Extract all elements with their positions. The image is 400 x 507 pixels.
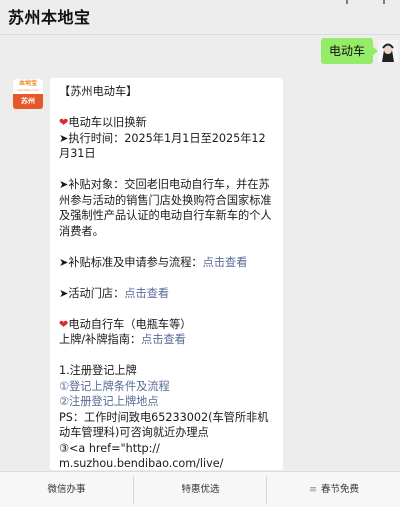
message-line: ➤执行时间：2025年1月1日至2025年12月31日 (59, 131, 266, 161)
tab-special-offers[interactable]: 特惠优选 (134, 472, 267, 507)
plate-guide-link[interactable]: 点击查看 (141, 333, 186, 346)
menu-icon: ≡ (309, 485, 317, 495)
heart-icon: ❤ (59, 116, 69, 129)
incoming-message-bubble: 【苏州电动车】 ❤电动车以旧换新 ➤执行时间：2025年1月1日至2025年12… (50, 78, 283, 470)
header-divider (0, 34, 400, 35)
top-bar: 苏州本地宝 (0, 0, 400, 34)
subsidy-link[interactable]: 点击查看 (203, 256, 248, 269)
registration-location-link[interactable]: ②注册登记上牌地点 (59, 394, 275, 410)
message-line: 上牌/补牌指南：点击查看 (59, 333, 186, 346)
message-line: ➤补贴标准及申请参与流程：点击查看 (59, 255, 248, 269)
user-avatar[interactable] (378, 40, 398, 62)
message-line: ➤活动门店：点击查看 (59, 286, 170, 300)
heart-icon: ❤ (59, 317, 69, 331)
page-title: 苏州本地宝 (8, 8, 91, 27)
registration-conditions-link[interactable]: ①登记上牌条件及流程 (59, 379, 275, 395)
message-heading: 【苏州电动车】 (59, 85, 138, 98)
message-line: ③<a href="http:// (59, 441, 160, 455)
avatar-logo-sub: bendibao.com (17, 88, 39, 92)
person-icon[interactable] (341, 0, 353, 6)
message-line: ❤电动车以旧换新 (59, 116, 147, 129)
stores-link[interactable]: 点击查看 (124, 287, 169, 300)
message-line: 1.注册登记上牌 (59, 364, 137, 377)
more-icon[interactable] (378, 0, 390, 6)
message-line: ➤补贴对象：交回老旧电动自行车，并在苏州参与活动的销售门店处换购符合国家标准及强… (59, 178, 272, 238)
message-line: ❤电动自行车（电瓶车等） (59, 317, 192, 331)
outgoing-message-bubble[interactable]: 电动车 (320, 38, 379, 64)
tab-wechat-service[interactable]: 微信办事 (0, 472, 133, 507)
bottom-menu-bar: 微信办事 特惠优选 ≡ 春节免费 (0, 471, 400, 507)
message-line: PS：工作时间致电65233002(车管所非机动车管理科)可咨询就近办理点 (59, 410, 269, 440)
tab-spring-festival-free[interactable]: ≡ 春节免费 (267, 472, 400, 507)
avatar-city: 苏州 (13, 94, 43, 109)
account-avatar[interactable]: 本地宝 bendibao.com 苏州 (13, 79, 43, 109)
message-line: m.suzhou.bendibao.com/live/ (59, 457, 224, 470)
outgoing-message-row: 电动车 (0, 38, 400, 66)
